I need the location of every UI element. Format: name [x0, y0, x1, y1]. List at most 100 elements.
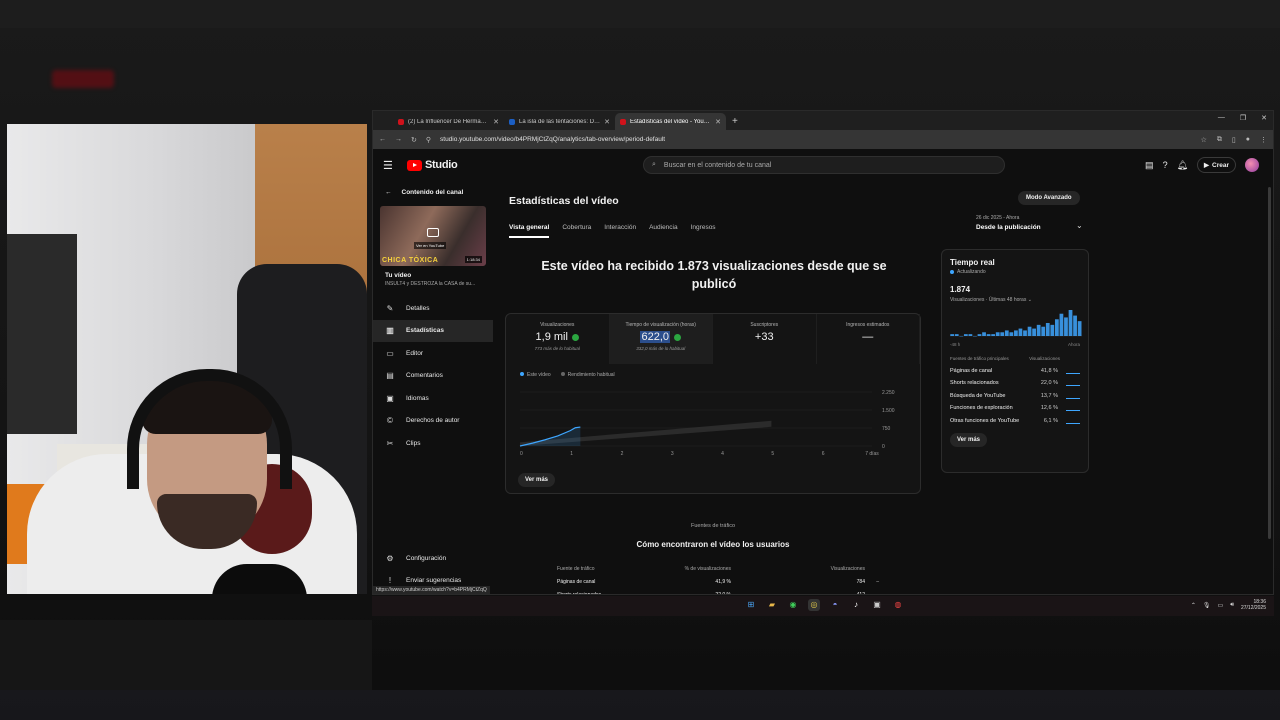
minimize-icon[interactable]: — [1218, 114, 1225, 122]
reload-icon[interactable]: ↻ [411, 136, 417, 144]
realtime-bar [954, 334, 959, 336]
hamburger-menu-icon[interactable]: ☰ [383, 159, 397, 172]
sidebar-item-derechos-de-autor[interactable]: © Derechos de autor [373, 410, 493, 433]
realtime-bars [950, 310, 1082, 337]
realtime-see-more-button[interactable]: Ver más [950, 432, 988, 447]
analytics-tab[interactable]: Ingresos [691, 224, 716, 238]
analytics-tab[interactable]: Audiencia [649, 224, 678, 238]
sidebar-item-label: Comentarios [406, 372, 443, 380]
browser-tab-2[interactable]: La isla de las tentaciones: Deb... ✕ [504, 113, 615, 130]
search-input[interactable]: ⌕ Buscar en el contenido de tu canal [643, 156, 1005, 174]
tab-label: (2) La Influencer De Hermano M... [408, 118, 489, 125]
close-window-icon[interactable]: ✕ [1261, 114, 1267, 122]
discord-icon[interactable]: ◓ [829, 599, 841, 611]
browser-tab-1[interactable]: (2) La Influencer De Hermano M... ✕ [393, 113, 504, 130]
realtime-bar [1041, 326, 1046, 336]
help-icon[interactable]: ? [1163, 160, 1168, 170]
mini-sparkline-icon [1066, 380, 1080, 386]
close-tab-icon[interactable]: ✕ [604, 118, 610, 126]
realtime-subtitle[interactable]: Visualizaciones · Últimas 48 horas ⌄ [950, 297, 1080, 303]
analytics-tab[interactable]: Vista general [509, 224, 550, 238]
analytics-tab[interactable]: Interacción [604, 224, 636, 238]
avatar[interactable] [1245, 158, 1259, 172]
table-row[interactable]: Páginas de canal 41,9 % 784 – [509, 575, 917, 588]
period-selector[interactable]: 26 dic 2025 - Ahora Desde la publicación… [976, 215, 1083, 231]
profile-icon[interactable]: ● [1246, 136, 1250, 144]
close-tab-icon[interactable]: ✕ [715, 118, 721, 126]
app-icon[interactable]: ▣ [871, 599, 883, 611]
metric-sub: 332,0 más de lo habitual [636, 346, 686, 351]
clock[interactable]: 18:36 27/12/2025 [1241, 599, 1266, 611]
back-to-content-button[interactable]: ← Contenido del canal [373, 183, 493, 202]
advanced-mode-button[interactable]: Modo Avanzado [1018, 191, 1080, 205]
forward-arrow-icon[interactable]: → [395, 136, 402, 143]
create-button[interactable]: ▶ Crear [1197, 157, 1236, 173]
metric-tile[interactable]: Suscriptores +33 [713, 314, 817, 364]
live-dot-icon [950, 270, 954, 274]
table-row[interactable]: Shorts relacionados 22,0 % 412 – [509, 588, 917, 595]
new-tab-icon[interactable]: + [732, 113, 738, 130]
axis-left-label: -48 h [950, 342, 961, 347]
sidebar: ← Contenido del canal Ver en YouTube CHI… [373, 183, 493, 594]
x-tick-label: 4 [721, 451, 724, 457]
whatsapp-icon[interactable]: ◉ [787, 599, 799, 611]
metric-tile[interactable]: Ingresos estimados — [817, 314, 920, 364]
url-field[interactable]: studio.youtube.com/video/b4PRMjCtZqQ/ana… [440, 136, 1192, 143]
realtime-bar [1023, 330, 1027, 336]
chevron-up-icon[interactable]: ⌃ [1191, 602, 1196, 609]
studio-logo[interactable]: Studio [407, 159, 458, 171]
microphone-icon[interactable]: 🎙︎ [1203, 602, 1211, 609]
tiktok-icon[interactable]: ♪ [850, 599, 862, 611]
sidebar-item-editor[interactable]: ▭ Editor [373, 342, 493, 365]
scrollbar[interactable] [1268, 187, 1271, 539]
realtime-source-row: Funciones de exploración 12,6 % [950, 405, 1080, 411]
sidebar-bottom-item[interactable]: ⚙ Configuración [373, 547, 493, 570]
camera-plus-icon: ▶ [1204, 162, 1210, 169]
close-tab-icon[interactable]: ✕ [493, 118, 499, 126]
background-taskbar [0, 690, 1280, 720]
sources-header: Fuentes de tráfico principales [950, 356, 1009, 361]
traffic-views: 784 [856, 578, 865, 585]
realtime-bar [1054, 319, 1059, 336]
bar-chart-icon: ▥ [386, 326, 394, 336]
menu-icon[interactable]: ⋮ [1260, 136, 1267, 144]
realtime-bar [986, 334, 991, 336]
sidebar-icon[interactable]: ▯ [1232, 136, 1236, 144]
bookmark-star-icon[interactable]: ☆ [1201, 136, 1207, 144]
bell-icon[interactable]: 🔔︎ [1177, 160, 1188, 171]
create-label: Crear [1212, 161, 1229, 169]
source-name: Páginas de canal [950, 367, 993, 374]
chrome-icon[interactable]: ◎ [808, 599, 820, 611]
back-arrow-icon[interactable]: ← [379, 136, 386, 143]
site-info-icon[interactable]: ⚲ [426, 136, 431, 144]
video-title: INSULT4 y DESTROZA la CASA de su... [385, 281, 476, 287]
youtube-favicon-icon [398, 118, 404, 125]
sidebar-item-clips[interactable]: ✂ Clips [373, 432, 493, 455]
y-tick-label: 2.250 [882, 390, 895, 396]
see-more-button[interactable]: Ver más [518, 473, 556, 487]
recording-icon[interactable]: ◍ [892, 599, 904, 611]
metric-value: 622,0 [640, 331, 671, 343]
metric-tile[interactable]: Visualizaciones 1,9 mil 773 más de lo habi… [506, 314, 610, 364]
x-tick-label: 1 [570, 451, 573, 457]
video-thumbnail[interactable]: Ver en YouTube CHICA TÓXICA 1:18:34 [380, 206, 486, 266]
sidebar-nav: ✎ Detalles ▥ Estadísticas ▭ Editor ▤ Comentario… [373, 297, 493, 455]
volume-icon[interactable]: 🔊︎ [1230, 602, 1234, 609]
source-name: Otras funciones de YouTube [950, 417, 1020, 424]
sidebar-item-idiomas[interactable]: ▣ Idiomas [373, 387, 493, 410]
sidebar-item-estadisticas[interactable]: ▥ Estadísticas [373, 319, 493, 342]
sidebar-item-comentarios[interactable]: ▤ Comentarios [373, 365, 493, 388]
browser-tab-3[interactable]: Estadísticas del vídeo - YouTub... ✕ [615, 113, 726, 130]
realtime-bar [1077, 321, 1082, 336]
extensions-icon[interactable]: ⧉ [1217, 136, 1222, 144]
analytics-tab[interactable]: Cobertura [562, 224, 591, 238]
file-explorer-icon[interactable]: ▰ [766, 599, 778, 611]
windows-start-icon[interactable]: ⊞ [745, 599, 757, 611]
back-label: Contenido del canal [401, 189, 464, 196]
metric-tile[interactable]: Tiempo de visualización (horas) 622,0 332,… [609, 314, 713, 364]
subtitles-icon[interactable]: ▤ [1145, 160, 1154, 171]
restore-icon[interactable]: ❐ [1240, 114, 1246, 122]
network-icon[interactable]: ▭ [1218, 602, 1224, 609]
chevron-down-icon: ⌄ [1027, 297, 1032, 303]
sidebar-item-detalles[interactable]: ✎ Detalles [373, 297, 493, 320]
